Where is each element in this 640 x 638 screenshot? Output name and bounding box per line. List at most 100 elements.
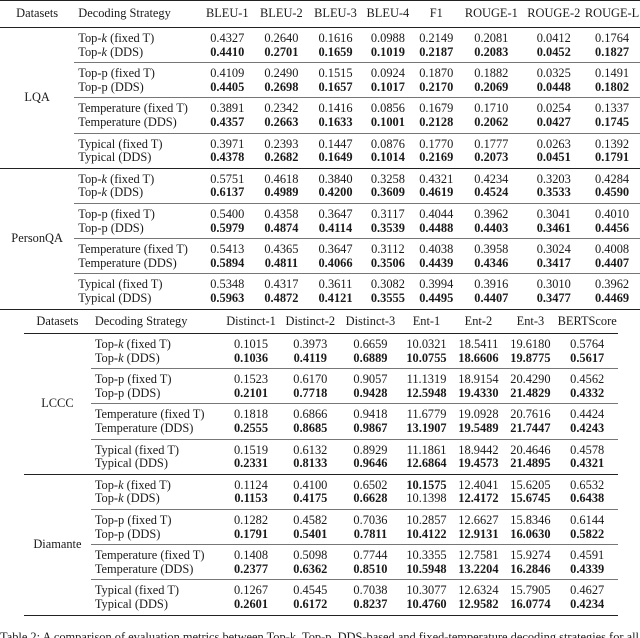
- column-header: Datasets: [24, 309, 91, 334]
- decoding-strategy: Top-k (DDS): [78, 185, 144, 200]
- metric-value: 18.9442: [452, 438, 505, 458]
- metric-value: 0.4365: [254, 238, 309, 257]
- metric-value: 0.0427: [536, 114, 571, 129]
- metric-value: 0.4989: [264, 185, 299, 200]
- metric-value: 0.1017: [370, 79, 405, 94]
- metric-value: 0.3539: [370, 220, 405, 235]
- decoding-strategy: Temperature (fixed T): [74, 238, 201, 257]
- metric-value: 0.4405: [210, 79, 245, 94]
- metric-value: 0.7811: [353, 526, 388, 541]
- column-header: BERTScore: [556, 309, 618, 334]
- decoding-strategy: Top-p (DDS): [78, 79, 144, 94]
- metric-value: 0.3609: [370, 185, 405, 200]
- metric-value: 0.7718: [293, 385, 328, 400]
- metric-value: 0.0254: [523, 97, 585, 116]
- table-row: Temperature (DDS) 0.2377 0.6362 0.8510 10.59…: [24, 561, 618, 580]
- table-row: Top-k (DDS) 0.1153 0.4175 0.6628 10.1398 12.4…: [24, 492, 618, 509]
- decoding-strategy: Top-k (fixed T): [90, 473, 222, 493]
- metric-value: 0.1657: [318, 79, 353, 94]
- metric-value: 0.9428: [353, 385, 388, 400]
- metric-value: 0.3203: [523, 167, 585, 187]
- metric-value: 0.4284: [584, 167, 640, 187]
- column-header: Decoding Strategy: [74, 0, 201, 28]
- metric-value: 0.4317: [254, 273, 309, 292]
- metric-value: 12.6864: [406, 456, 447, 471]
- metric-value: 16.0774: [510, 596, 551, 611]
- metric-value: 0.2555: [233, 420, 269, 435]
- metric-value: 0.4119: [293, 350, 327, 365]
- metric-value: 0.4619: [419, 185, 454, 200]
- caption-text: Table 2: A comparison of evaluation metr…: [0, 630, 640, 638]
- metric-value: 0.0325: [523, 62, 585, 81]
- metric-value: 0.8685: [293, 420, 328, 435]
- metric-value: 21.4829: [510, 385, 551, 400]
- metric-value: 15.6745: [510, 491, 551, 506]
- metric-value: 0.3962: [584, 273, 640, 292]
- metric-value: 0.2342: [254, 97, 309, 116]
- metric-value: 0.3024: [523, 238, 585, 257]
- metric-value: 0.0452: [536, 44, 571, 59]
- metric-value: 0.4346: [474, 255, 509, 270]
- metric-value: 0.1015: [233, 337, 269, 351]
- metric-value: 0.6502: [340, 473, 401, 493]
- metric-value: 0.6137: [210, 185, 245, 200]
- table-row: Temperature (DDS) 0.4357 0.2663 0.1633 0.100…: [0, 114, 640, 133]
- metric-value: 0.1659: [318, 44, 353, 59]
- metric-value: 0.2170: [419, 79, 454, 94]
- decoding-strategy: Temperature (fixed T): [90, 403, 222, 422]
- metric-value: 0.4590: [595, 185, 630, 200]
- decoding-strategy: Top-p (fixed T): [74, 202, 201, 222]
- metric-value: 0.4618: [254, 167, 309, 187]
- metric-value: 0.4234: [459, 167, 524, 187]
- table-row: Top-p (fixed T) 0.4109 0.2490 0.1515 0.0924 0…: [0, 62, 640, 81]
- metric-value: 20.4290: [504, 368, 557, 387]
- metric-value: 0.1791: [595, 150, 630, 165]
- metric-value: 0.5963: [210, 290, 245, 305]
- metric-value: 0.3994: [413, 273, 460, 292]
- metric-value: 12.4041: [452, 473, 505, 493]
- metric-value: 0.1802: [595, 79, 630, 94]
- metric-value: 0.1416: [308, 97, 363, 116]
- metric-value: 0.9867: [353, 420, 388, 435]
- dialogue-metrics-table: Datasets Decoding Strategy Distinct-1 Disti…: [24, 309, 618, 616]
- metric-value: 0.4332: [570, 385, 605, 400]
- table-row: Typical (DDS) 0.2331 0.8133 0.9646 12.6864 19…: [24, 456, 618, 474]
- metric-value: 0.0856: [362, 97, 414, 116]
- decoding-strategy: Temperature (DDS): [94, 420, 194, 435]
- metric-value: 0.9418: [340, 403, 401, 422]
- metric-value: 0.7744: [340, 544, 401, 563]
- metric-value: 0.3117: [362, 202, 414, 222]
- metric-value: 11.1861: [400, 438, 453, 458]
- metric-value: 0.1882: [459, 62, 524, 81]
- metric-value: 0.4066: [318, 255, 353, 270]
- metric-value: 12.9582: [458, 596, 499, 611]
- metric-value: 0.1014: [370, 150, 405, 165]
- metric-value: 20.4646: [504, 438, 557, 458]
- metric-value: 0.4578: [556, 438, 618, 458]
- metric-value: 0.4321: [570, 456, 605, 471]
- metric-value: 0.3971: [200, 132, 255, 152]
- metric-value: 0.3258: [362, 167, 414, 187]
- metric-value: 0.1519: [221, 438, 281, 458]
- dataset-section: LQA Top-k (fixed T) 0.4327 0.2640 0.1616 0.09…: [0, 28, 640, 169]
- metric-value: 18.6606: [458, 350, 499, 365]
- metric-value: 0.2701: [264, 44, 299, 59]
- dataset-name: Diamante: [24, 473, 91, 615]
- metric-value: 0.2128: [419, 114, 454, 129]
- metric-value: 18.9154: [452, 368, 505, 387]
- table-row: Typical (fixed T) 0.3971 0.2393 0.1447 0.087…: [0, 132, 640, 152]
- metric-value: 0.1770: [413, 132, 460, 152]
- metric-value: 0.4872: [264, 290, 299, 305]
- column-header: BLEU-2: [254, 0, 309, 28]
- table-row: LQA Top-k (fixed T) 0.4327 0.2640 0.1616 0.09…: [0, 28, 640, 104]
- metric-value: 0.1616: [318, 31, 353, 45]
- metric-value: 0.1267: [221, 579, 281, 598]
- dataset-name: LQA: [24, 90, 50, 105]
- metric-value: 10.3077: [400, 579, 453, 598]
- metric-value: 0.2081: [474, 31, 509, 45]
- metric-value: 0.6362: [293, 561, 328, 576]
- metric-value: 0.0876: [362, 132, 414, 152]
- metric-value: 0.5348: [200, 273, 255, 292]
- metric-value: 0.4582: [280, 508, 341, 528]
- decoding-strategy: Top-k (fixed T): [78, 31, 155, 45]
